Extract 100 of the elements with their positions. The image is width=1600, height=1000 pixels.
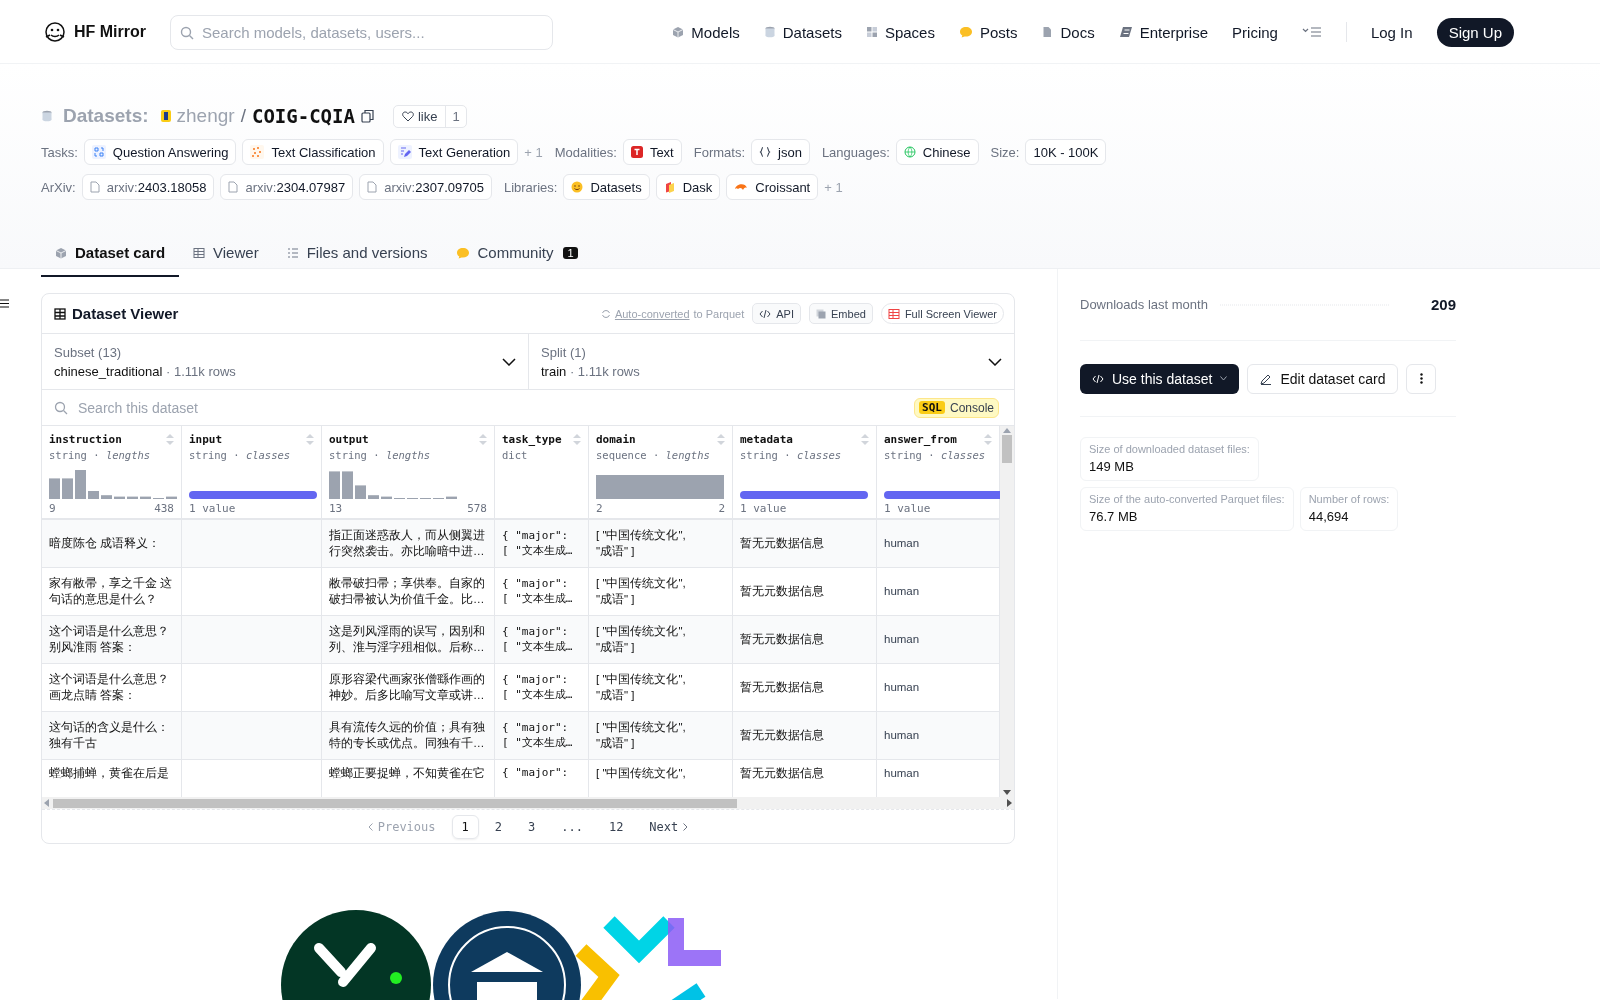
sort-icon[interactable] xyxy=(573,434,581,445)
page-button[interactable]: 12 xyxy=(598,814,634,839)
table-cell: 暂无元数据信息 xyxy=(733,520,877,568)
scroll-up-icon[interactable] xyxy=(1003,428,1011,433)
sort-icon[interactable] xyxy=(861,434,869,445)
table-cell: 暗度陈仓 成语释义： xyxy=(42,520,182,568)
column-name: output xyxy=(329,433,369,446)
table-cell: [ "中国传统文化", "成语" ] xyxy=(589,616,733,664)
edit-card-button[interactable]: Edit dataset card xyxy=(1247,363,1399,394)
table-cell: 这句话的含义是什么：独有千古 xyxy=(42,712,182,760)
tab[interactable]: Files and versions xyxy=(272,230,442,277)
nav-link[interactable]: Enterprise xyxy=(1118,23,1209,41)
toolbar-button[interactable]: API xyxy=(752,303,801,324)
like-button[interactable]: like xyxy=(393,105,446,127)
nav-link[interactable]: Pricing xyxy=(1232,23,1278,41)
nav-link[interactable]: Docs xyxy=(1041,23,1095,41)
tag-chip[interactable]: Text xyxy=(622,139,682,165)
speech-bubble-icon xyxy=(958,26,973,38)
next-button[interactable]: Next xyxy=(639,814,699,839)
scrollbar-thumb[interactable] xyxy=(53,798,737,808)
page-button[interactable]: 1 xyxy=(451,814,479,839)
downloads-count: 209 xyxy=(1430,296,1456,313)
table-cell: [ "中国传统文化", "成语" ] xyxy=(589,712,733,760)
tab[interactable]: Viewer xyxy=(179,230,273,277)
tag-chip[interactable]: Text Generation xyxy=(389,139,519,165)
scroll-down-icon[interactable] xyxy=(1003,790,1011,795)
table-cell: 暂无元数据信息 xyxy=(733,712,877,760)
grid-icon xyxy=(865,26,878,38)
column-name: input xyxy=(189,433,223,446)
page-button[interactable]: 2 xyxy=(484,814,512,839)
tag-chip[interactable]: json xyxy=(751,139,810,165)
code-icon xyxy=(759,308,772,319)
tag-group-label: Modalities: xyxy=(554,144,617,160)
kebab-icon xyxy=(1419,373,1423,384)
dataset-name: COIG-CQIA xyxy=(251,105,355,127)
use-dataset-button[interactable]: Use this dataset xyxy=(1080,363,1240,394)
document-icon xyxy=(1041,26,1054,38)
paper-tag[interactable]: arxiv:2403.18058 xyxy=(81,174,215,200)
arrows-icon xyxy=(91,145,106,159)
tag-chip[interactable]: Question Answering xyxy=(83,139,237,165)
stat-value: 76.7 MB xyxy=(1089,509,1139,524)
sort-icon[interactable] xyxy=(306,434,314,445)
more-options-button[interactable] xyxy=(1406,363,1437,394)
paper-tag[interactable]: arxiv:2307.09705 xyxy=(359,174,492,200)
range-min: 9 xyxy=(49,502,56,515)
select-dropdown[interactable]: Subset (13) chinese_traditional · 1.11k rows xyxy=(42,334,528,389)
sort-icon[interactable] xyxy=(166,434,174,445)
count-badge: 1 xyxy=(563,246,578,259)
avatar-icon xyxy=(160,110,171,122)
scrollbar-thumb[interactable] xyxy=(1002,435,1012,463)
search-field[interactable]: Search this dataset xyxy=(76,393,907,422)
tag-chip[interactable]: 10K - 100K xyxy=(1025,139,1107,165)
copy-icon[interactable] xyxy=(360,109,375,123)
search-field[interactable]: Search models, datasets, users... xyxy=(170,14,553,50)
nav-link[interactable]: Models xyxy=(672,23,740,41)
pencil-icon xyxy=(397,145,412,159)
tag-chip[interactable]: Text Classification xyxy=(242,139,384,165)
enterprise-icon xyxy=(1118,26,1133,38)
tag-group-label: Formats: xyxy=(693,144,745,160)
column-name: domain xyxy=(596,433,636,446)
copy-icon xyxy=(816,308,826,319)
caret-icon xyxy=(1220,376,1228,381)
select-dropdown[interactable]: Split (1) train · 1.11k rows xyxy=(528,334,1014,389)
paper-tag[interactable]: arxiv:2304.07987 xyxy=(220,174,354,200)
stat-label: Size of downloaded dataset files: xyxy=(1089,443,1250,455)
nav-link[interactable]: Spaces xyxy=(865,23,935,41)
stat-value: 149 MB xyxy=(1089,459,1135,474)
stat-label: Number of rows: xyxy=(1308,493,1390,505)
toolbar-button[interactable]: Embed xyxy=(809,303,873,324)
converted-note: to Parquet xyxy=(693,307,745,320)
tag-chip[interactable]: Chinese xyxy=(895,139,979,165)
document-icon xyxy=(367,181,378,193)
range-max: 438 xyxy=(154,502,174,515)
toolbar-button[interactable]: Full Screen Viewer xyxy=(880,303,1004,324)
scroll-left-icon[interactable] xyxy=(44,799,49,807)
cube-icon xyxy=(55,246,67,259)
tag-chip[interactable]: Dask xyxy=(655,174,721,200)
signup-button[interactable]: Sign Up xyxy=(1436,17,1514,47)
login-link[interactable]: Log In xyxy=(1370,23,1413,41)
menu-icon[interactable] xyxy=(1301,26,1322,38)
nav-link[interactable]: Datasets xyxy=(763,23,842,41)
class-count: 1 value xyxy=(884,502,931,515)
table-cell: 这个词语是什么意思？别风淮雨 答案： xyxy=(42,616,182,664)
tag-chip[interactable]: Croissant xyxy=(726,174,819,200)
nav-link[interactable]: Posts xyxy=(958,23,1018,41)
chevron-down-icon xyxy=(988,357,1002,366)
sql-console-button[interactable]: SQL Console xyxy=(914,397,999,418)
tab[interactable]: Dataset card xyxy=(41,230,180,277)
tab[interactable]: Community 1 xyxy=(441,230,592,277)
page-button[interactable]: 3 xyxy=(518,814,546,839)
tag-chip[interactable]: Datasets xyxy=(563,174,650,200)
sort-icon[interactable] xyxy=(717,434,725,445)
scroll-right-icon[interactable] xyxy=(1007,799,1012,807)
sort-icon[interactable] xyxy=(479,434,487,445)
table-cell: 具有流传久远的价值；具有独特的专长或优点。同独有千… xyxy=(322,712,495,760)
tag-group-label: ArXiv: xyxy=(41,179,76,195)
panel-title: Dataset Viewer xyxy=(72,305,179,322)
range-min: 13 xyxy=(329,502,343,515)
list-icon[interactable] xyxy=(0,299,9,308)
sort-icon[interactable] xyxy=(984,434,992,445)
